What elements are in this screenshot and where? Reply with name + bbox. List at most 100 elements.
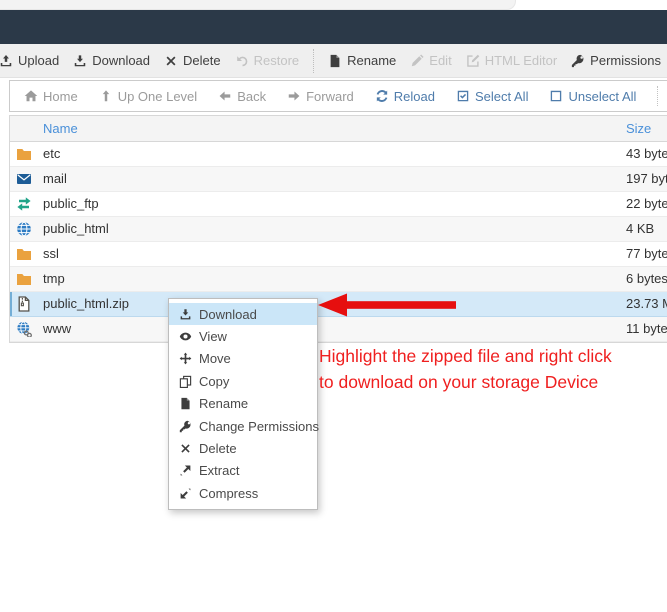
window-tab-edge: [0, 0, 516, 10]
key-icon: [571, 54, 585, 68]
rename-label: Rename: [347, 53, 397, 68]
reload-label: Reload: [393, 88, 435, 104]
unselect-all-label: Unselect All: [568, 88, 637, 104]
table-row-public-ftp[interactable]: public_ftp 22 bytes: [10, 192, 667, 217]
edit-button[interactable]: Edit: [410, 53, 452, 68]
up-one-level-label: Up One Level: [117, 88, 198, 104]
toolbar-separator: [313, 48, 315, 73]
file-size: 77 bytes: [626, 246, 667, 261]
column-header-name[interactable]: Name: [43, 116, 78, 142]
up-one-level-button[interactable]: Up One Level: [99, 88, 198, 104]
globe-link-icon: [16, 321, 32, 337]
key-icon: [179, 420, 192, 433]
reload-icon: [375, 89, 389, 103]
compress-icon: [179, 487, 192, 500]
reload-button[interactable]: Reload: [375, 89, 435, 104]
menu-item-compress[interactable]: Compress: [169, 482, 317, 504]
move-icon: [179, 352, 192, 365]
restore-icon: [235, 54, 249, 68]
menu-item-label: Extract: [199, 463, 240, 479]
menu-item-label: Compress: [199, 485, 259, 501]
file-size: 197 bytes: [626, 171, 667, 186]
forward-label: Forward: [306, 88, 354, 104]
permissions-label: Permissions: [590, 53, 661, 68]
table-row-etc[interactable]: etc 43 bytes: [10, 142, 667, 167]
file-size: 11 bytes: [626, 321, 667, 336]
file-actions-toolbar: Upload Download Delete Restore Rename Ed…: [0, 44, 667, 78]
menu-item-rename[interactable]: Rename: [169, 393, 317, 415]
delete-button[interactable]: Delete: [164, 53, 221, 68]
folder-icon: [16, 246, 32, 262]
checkbox-empty-icon: [549, 89, 563, 103]
menu-item-move[interactable]: Move: [169, 348, 317, 370]
pencil-square-icon: [466, 54, 480, 68]
html-editor-button[interactable]: HTML Editor: [466, 53, 557, 68]
home-icon: [24, 89, 38, 103]
restore-button[interactable]: Restore: [235, 53, 300, 68]
file-size: 22 bytes: [626, 196, 667, 211]
table-header-row: Name Size: [10, 116, 667, 142]
menu-item-view[interactable]: View: [169, 325, 317, 347]
menu-item-label: View: [199, 329, 227, 345]
annotation-text: Highlight the zipped file and right clic…: [319, 343, 664, 395]
menu-item-download[interactable]: Download: [169, 303, 317, 326]
table-row-ssl[interactable]: ssl 77 bytes: [10, 242, 667, 267]
download-icon: [73, 54, 87, 68]
table-row-www[interactable]: www 11 bytes: [10, 317, 667, 342]
file-size: 6 bytes: [626, 271, 667, 286]
copy-icon: [179, 375, 192, 388]
table-row-public-html[interactable]: public_html 4 KB: [10, 217, 667, 242]
select-all-label: Select All: [474, 88, 529, 104]
annotation-line-2: to download on your storage Device: [319, 372, 599, 392]
restore-label: Restore: [253, 53, 300, 68]
unselect-all-button[interactable]: Unselect All: [549, 89, 636, 104]
table-row-public-html-zip[interactable]: public_html.zip 23.73 MB: [10, 292, 667, 317]
context-menu: Download View Move Copy Rename Change Pe…: [168, 298, 319, 510]
mail-icon: [16, 171, 32, 187]
back-button[interactable]: Back: [218, 89, 266, 104]
upload-button[interactable]: Upload: [0, 53, 59, 68]
annotation-line-1: Highlight the zipped file and right clic…: [319, 346, 612, 366]
left-arrow-icon: [218, 89, 232, 103]
checkbox-checked-icon: [456, 89, 470, 103]
permissions-button[interactable]: Permissions: [571, 53, 661, 68]
menu-item-extract[interactable]: Extract: [169, 460, 317, 482]
menu-item-copy[interactable]: Copy: [169, 370, 317, 392]
navigation-toolbar: Home Up One Level Back Forward Reload Se…: [9, 80, 667, 112]
zip-file-icon: [16, 296, 32, 312]
menu-item-label: Move: [199, 351, 231, 367]
forward-button[interactable]: Forward: [287, 89, 354, 104]
table-row-tmp[interactable]: tmp 6 bytes: [10, 267, 667, 292]
select-all-button[interactable]: Select All: [456, 89, 528, 104]
home-button[interactable]: Home: [24, 89, 78, 104]
menu-item-label: Change Permissions: [199, 418, 319, 434]
file-name: www: [43, 321, 72, 336]
column-header-size[interactable]: Size: [626, 116, 651, 142]
menu-item-change-permissions[interactable]: Change Permissions: [169, 415, 319, 437]
file-name: public_html.zip: [43, 296, 129, 311]
file-list-table: Name Size etc 43 bytes mail 197 bytes pu…: [9, 115, 667, 343]
right-arrow-icon: [287, 89, 301, 103]
transfer-arrows-icon: [16, 196, 32, 212]
file-name: etc: [43, 146, 61, 161]
table-row-mail[interactable]: mail 197 bytes: [10, 167, 667, 192]
app-header-bar: [0, 10, 667, 44]
rename-button[interactable]: Rename: [328, 53, 396, 68]
download-label: Download: [92, 53, 151, 68]
file-icon: [179, 397, 192, 410]
up-arrow-icon: [99, 89, 113, 103]
menu-item-label: Download: [199, 306, 257, 322]
file-size: 43 bytes: [626, 146, 667, 161]
extract-icon: [179, 464, 192, 477]
menu-item-label: Copy: [199, 373, 230, 389]
upload-icon: [0, 54, 13, 68]
file-name: public_ftp: [43, 196, 99, 211]
upload-label: Upload: [18, 53, 60, 68]
menu-item-label: Delete: [199, 441, 237, 457]
folder-icon: [16, 271, 32, 287]
top-window-strip: [0, 0, 667, 10]
pencil-icon: [410, 53, 424, 68]
menu-item-delete[interactable]: Delete: [169, 437, 317, 459]
download-button[interactable]: Download: [73, 53, 150, 68]
file-icon: [328, 54, 342, 68]
